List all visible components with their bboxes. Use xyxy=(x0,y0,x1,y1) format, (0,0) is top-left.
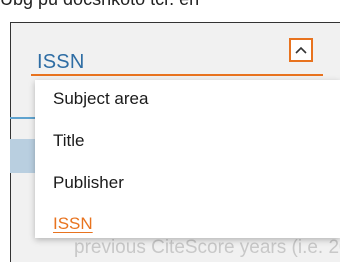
menu-item-issn[interactable]: ISSN xyxy=(53,213,93,235)
background-footnote-text: previous CiteScore years (i.e. 20 xyxy=(74,237,340,258)
menu-item-subject-area[interactable]: Subject area xyxy=(53,88,148,110)
screenshot-frame: Ubg pu docsnkoto tcr. en previous CiteSc… xyxy=(0,0,340,262)
background-highlight-block xyxy=(10,139,38,173)
background-caption: Ubg pu docsnkoto tcr. en xyxy=(0,0,340,10)
search-field-dropdown[interactable]: ISSN xyxy=(31,38,323,78)
menu-item-publisher[interactable]: Publisher xyxy=(53,172,124,194)
dropdown-selected-value: ISSN xyxy=(37,51,85,73)
menu-item-title[interactable]: Title xyxy=(53,130,85,152)
dropdown-menu: Subject area Title Publisher ISSN xyxy=(35,80,340,238)
dropdown-toggle-button[interactable] xyxy=(289,38,313,62)
background-accent-line xyxy=(10,117,37,119)
dropdown-underline xyxy=(31,74,323,76)
chevron-up-icon xyxy=(295,46,307,54)
